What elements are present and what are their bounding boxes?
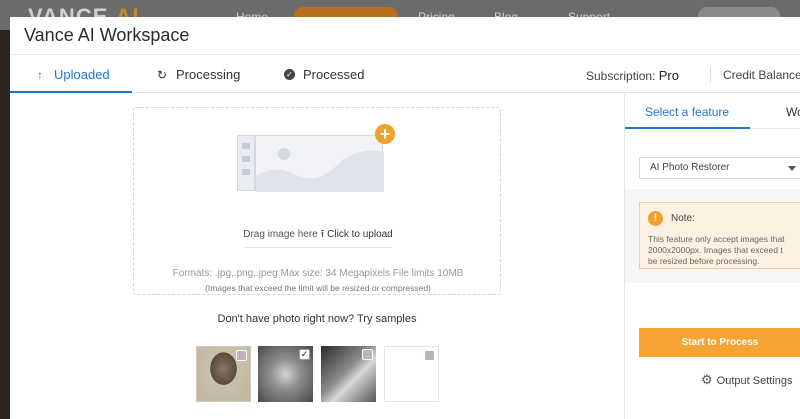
subscription-info: Subscription: Pro xyxy=(586,68,679,83)
sample-image-1[interactable] xyxy=(196,346,251,402)
film-strip-icon xyxy=(237,135,255,191)
feature-panel: Select a feature Wo AI Photo Restorer ! … xyxy=(624,94,800,419)
drag-text: Drag image here xyxy=(243,229,318,240)
warning-icon: ! xyxy=(648,211,663,226)
start-process-button[interactable]: Start to Process xyxy=(639,328,800,357)
tab-processing-label: Processing xyxy=(176,67,241,82)
up-arrow-icon: ↑ xyxy=(37,67,43,82)
image-placeholder-icon xyxy=(255,135,384,192)
click-to-upload-link[interactable]: Click to upload xyxy=(327,229,393,240)
limit-note: (Images that exceed the limit will be re… xyxy=(205,283,431,293)
feature-select-value: AI Photo Restorer xyxy=(650,162,730,173)
subscription-value: Pro xyxy=(658,68,679,83)
sample-image-3[interactable] xyxy=(321,346,376,402)
feature-panel-tabs: Select a feature Wo xyxy=(625,94,800,129)
note-line-2: 2000x2000px. Images that exceed t xyxy=(648,245,783,255)
drag-instructions: Drag image here ⭱ Click to upload xyxy=(134,225,502,244)
tab-select-feature[interactable]: Select a feature xyxy=(645,105,729,119)
sample-checkbox-1[interactable] xyxy=(236,350,247,361)
tab-workflow[interactable]: Wo xyxy=(786,105,800,119)
modal-title: Vance AI Workspace xyxy=(24,25,190,45)
samples-title: Don't have photo right now? Try samples xyxy=(217,313,417,325)
note-title: Note: xyxy=(671,213,695,224)
tab-processing[interactable]: ↻ Processing xyxy=(156,56,240,93)
tab-processed[interactable]: ✓ Processed xyxy=(284,56,364,93)
credit-balance-label: Credit Balance: xyxy=(723,68,800,82)
subscription-label: Subscription: xyxy=(586,69,656,83)
sample-image-2[interactable]: ✓ xyxy=(258,346,313,402)
feature-tab-indicator xyxy=(625,127,750,129)
feature-select[interactable]: AI Photo Restorer xyxy=(639,157,800,179)
gear-icon: ⚙ xyxy=(701,372,713,387)
tab-uploaded-label: Uploaded xyxy=(54,67,110,82)
workspace-modal: Vance AI Workspace ↑ Uploaded ↻ Processi… xyxy=(10,17,800,419)
upload-icon: ⭱ xyxy=(320,228,325,240)
upload-dropzone[interactable]: + Drag image here ⭱ Click to upload Form… xyxy=(133,107,501,295)
note-section: ! Note: This feature only accept images … xyxy=(625,189,800,283)
note-text: This feature only accept images that 200… xyxy=(648,234,800,267)
header-divider xyxy=(710,67,711,83)
tab-processed-label: Processed xyxy=(303,67,365,82)
add-image-button[interactable]: + xyxy=(375,124,395,144)
tab-uploaded[interactable]: ↑ Uploaded xyxy=(34,56,110,93)
modal-header: Vance AI Workspace xyxy=(10,17,800,55)
sample-checkbox-3[interactable] xyxy=(362,349,373,360)
upload-illustration xyxy=(237,135,384,193)
note-line-3: be resized before processing. xyxy=(648,256,760,266)
note-line-1: This feature only accept images that xyxy=(648,234,785,244)
chevron-down-icon xyxy=(788,166,796,171)
active-tab-indicator xyxy=(10,91,132,93)
check-circle-icon: ✓ xyxy=(284,69,295,80)
formats-text: Formats: .jpg,.png,.jpeg Max size: 34 Me… xyxy=(172,268,464,279)
refresh-icon: ↻ xyxy=(156,67,168,82)
sample-checkbox-2[interactable]: ✓ xyxy=(299,349,310,360)
output-settings-label: Output Settings xyxy=(716,375,793,387)
sample-image-4[interactable] xyxy=(384,346,439,402)
output-settings-button[interactable]: ⚙ Output Settings xyxy=(701,372,792,388)
tab-bar: ↑ Uploaded ↻ Processing ✓ Processed Subs… xyxy=(10,56,800,93)
note-box: ! Note: This feature only accept images … xyxy=(639,202,800,269)
dropzone-divider xyxy=(244,247,392,248)
sample-checkbox-4[interactable] xyxy=(424,350,435,361)
